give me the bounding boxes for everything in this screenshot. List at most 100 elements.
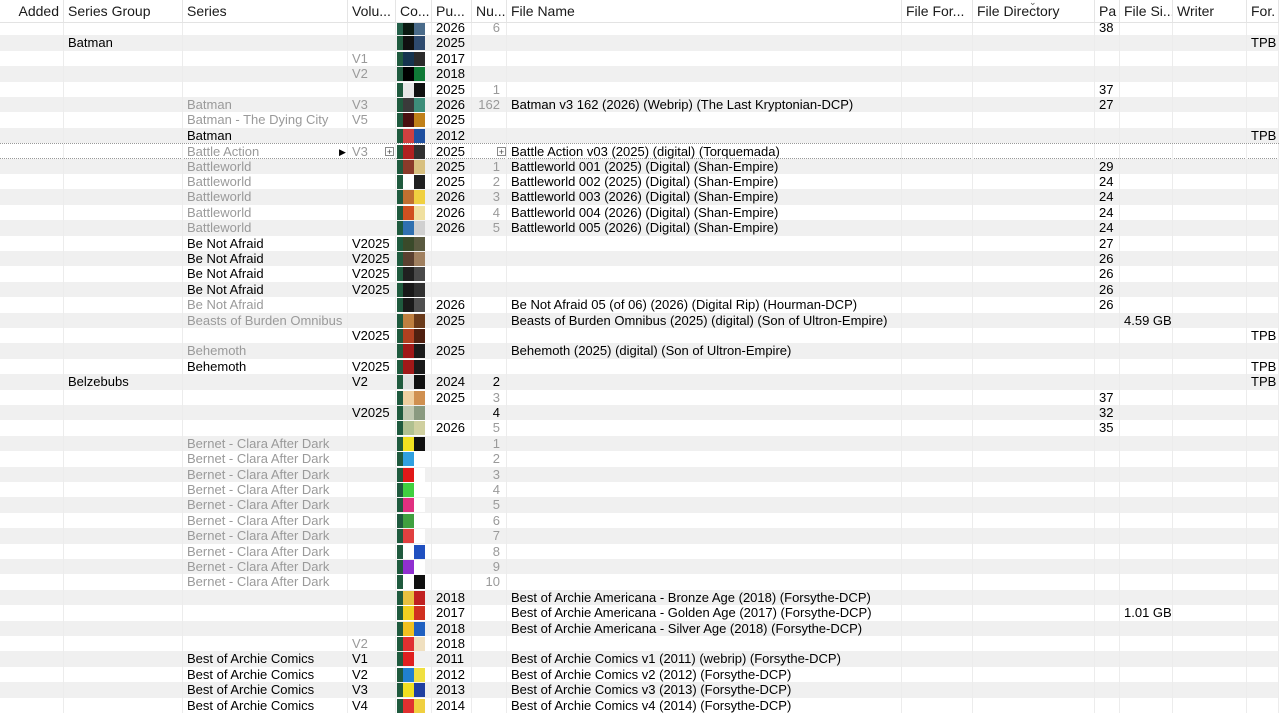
table-row[interactable]: Behemoth 2025 Behemoth (2025) (digital) (S…: [0, 343, 1279, 359]
table-row[interactable]: Batman 2012 TPB: [0, 127, 1279, 144]
cover-thumbnail[interactable]: [397, 529, 425, 544]
cover-thumbnail[interactable]: [397, 175, 425, 189]
cover-thumbnail[interactable]: [397, 606, 425, 621]
cover-thumbnail[interactable]: [397, 483, 425, 497]
cover-thumbnail[interactable]: [397, 329, 425, 343]
table-row[interactable]: 2025 1 37: [0, 81, 1279, 97]
column-header-file-name[interactable]: File Name: [507, 0, 902, 22]
table-row[interactable]: Behemoth V2025 TPB: [0, 358, 1279, 375]
cover-thumbnail[interactable]: [397, 513, 425, 528]
column-header-volume[interactable]: Volu...: [348, 0, 396, 22]
cover-thumbnail[interactable]: [397, 683, 425, 698]
column-header-number[interactable]: Nu...: [472, 0, 507, 22]
table-row[interactable]: Bernet - Clara After Dark 1: [0, 435, 1279, 452]
cover-thumbnail[interactable]: [397, 698, 425, 713]
cover-thumbnail[interactable]: [397, 236, 425, 251]
table-row[interactable]: V2025 TPB: [0, 328, 1279, 344]
cover-thumbnail[interactable]: [397, 590, 425, 605]
column-header-pages[interactable]: Pa: [1095, 0, 1120, 22]
table-row[interactable]: Battleworld 2025 1 Battleworld 001 (2025) (…: [0, 158, 1279, 174]
cover-thumbnail[interactable]: [397, 390, 425, 405]
table-row[interactable]: Battle Action V3 2025 Battle Action v03 (20…: [0, 143, 1279, 160]
cover-thumbnail[interactable]: [397, 98, 425, 112]
cover-thumbnail[interactable]: [397, 467, 425, 482]
table-row[interactable]: Best of Archie Comics V4 2014 Best of Archi…: [0, 697, 1279, 713]
table-row[interactable]: Bernet - Clara After Dark 2: [0, 451, 1279, 467]
table-row[interactable]: Batman V3 2026 162 Batman v3 162 (2026) (Web…: [0, 97, 1279, 113]
cover-thumbnail[interactable]: [397, 252, 425, 266]
cover-thumbnail[interactable]: [397, 205, 425, 220]
cover-thumbnail[interactable]: [397, 406, 425, 420]
table-row[interactable]: Bernet - Clara After Dark 5: [0, 497, 1279, 513]
cover-thumbnail[interactable]: [397, 159, 425, 174]
column-header-file-size[interactable]: File Si...: [1120, 0, 1173, 22]
table-row[interactable]: V1 2017: [0, 50, 1279, 67]
cover-thumbnail[interactable]: [397, 190, 425, 205]
expand-icon[interactable]: +: [385, 147, 394, 157]
table-row[interactable]: Bernet - Clara After Dark 9: [0, 559, 1279, 575]
expand-icon[interactable]: +: [497, 147, 506, 157]
cover-thumbnail[interactable]: [397, 313, 425, 328]
table-row[interactable]: Be Not Afraid V2025 26: [0, 266, 1279, 282]
cover-thumbnail[interactable]: [397, 82, 425, 97]
cover-thumbnail[interactable]: [397, 652, 425, 667]
table-row[interactable]: Best of Archie Comics V1 2011 Best of Archi…: [0, 651, 1279, 667]
column-header-series-group[interactable]: Series Group: [64, 0, 183, 22]
table-row[interactable]: Be Not Afraid V2025 26: [0, 251, 1279, 267]
cover-thumbnail[interactable]: [397, 575, 425, 590]
table-row[interactable]: Bernet - Clara After Dark 6: [0, 512, 1279, 529]
cover-thumbnail[interactable]: [397, 544, 425, 559]
table-row[interactable]: Belzebubs V2 2024 2 TPB: [0, 374, 1279, 390]
cover-thumbnail[interactable]: [397, 375, 425, 390]
cover-thumbnail[interactable]: [397, 113, 425, 128]
table-row[interactable]: Best of Archie Comics V2 2012 Best of Archi…: [0, 666, 1279, 683]
cover-thumbnail[interactable]: [397, 421, 425, 436]
table-row[interactable]: Be Not Afraid V2025 27: [0, 235, 1279, 251]
cover-thumbnail[interactable]: [397, 221, 425, 236]
table-row[interactable]: Battleworld 2026 3 Battleworld 003 (2026) (…: [0, 189, 1279, 205]
cover-thumbnail[interactable]: [397, 344, 425, 359]
cover-thumbnail[interactable]: [397, 128, 425, 143]
cover-thumbnail[interactable]: [397, 67, 425, 82]
table-row[interactable]: V2025 4 32: [0, 405, 1279, 421]
table-row[interactable]: 2018 Best of Archie Americana - Bronze Ag…: [0, 589, 1279, 606]
table-row[interactable]: Bernet - Clara After Dark 3: [0, 466, 1279, 482]
table-row[interactable]: Bernet - Clara After Dark 10: [0, 574, 1279, 590]
table-row[interactable]: Bernet - Clara After Dark 8: [0, 543, 1279, 559]
table-row[interactable]: Be Not Afraid V2025 26: [0, 281, 1279, 298]
cover-thumbnail[interactable]: [397, 267, 425, 282]
cover-thumbnail[interactable]: [397, 560, 425, 574]
column-header-published[interactable]: Pu...: [432, 0, 472, 22]
column-header-format[interactable]: For.: [1247, 0, 1279, 22]
column-header-series[interactable]: Series: [183, 0, 348, 22]
table-row[interactable]: 2018 Best of Archie Americana - Silver Ag…: [0, 620, 1279, 636]
cover-thumbnail[interactable]: [397, 498, 425, 513]
table-row[interactable]: 2025 3 37: [0, 389, 1279, 405]
table-row[interactable]: 2026 5 35: [0, 420, 1279, 436]
table-row[interactable]: Beasts of Burden Omnibus 2025 Beasts of Bu…: [0, 312, 1279, 328]
column-header-cover[interactable]: Co...: [396, 0, 432, 22]
cover-thumbnail[interactable]: [397, 282, 425, 297]
table-row[interactable]: Batman - The Dying City V5 2025: [0, 112, 1279, 128]
table-row[interactable]: Battleworld 2025 2 Battleworld 002 (2025) (…: [0, 174, 1279, 190]
cover-thumbnail[interactable]: [397, 51, 425, 66]
table-row[interactable]: Be Not Afraid 2026 Be Not Afraid 05 (of 06…: [0, 297, 1279, 313]
cover-thumbnail[interactable]: [397, 436, 425, 451]
cover-thumbnail[interactable]: [397, 452, 425, 467]
table-row[interactable]: V2 2018: [0, 66, 1279, 82]
cover-thumbnail[interactable]: [397, 145, 425, 160]
cover-thumbnail[interactable]: [397, 298, 425, 313]
column-header-file-format[interactable]: File For...: [902, 0, 973, 22]
table-row[interactable]: Battleworld 2026 4 Battleworld 004 (2026) (…: [0, 204, 1279, 221]
cover-thumbnail[interactable]: [397, 36, 425, 51]
cover-thumbnail[interactable]: [397, 667, 425, 682]
column-header-added[interactable]: Added: [0, 0, 64, 22]
table-row[interactable]: Battleworld 2026 5 Battleworld 005 (2026) (…: [0, 220, 1279, 236]
table-row[interactable]: Best of Archie Comics V3 2013 Best of Archi…: [0, 682, 1279, 698]
cover-thumbnail[interactable]: [397, 637, 425, 651]
table-row[interactable]: V2 2018: [0, 636, 1279, 652]
cover-thumbnail[interactable]: [397, 359, 425, 374]
table-row[interactable]: Bernet - Clara After Dark 4: [0, 482, 1279, 498]
table-row[interactable]: Bernet - Clara After Dark 7: [0, 528, 1279, 544]
column-header-writer[interactable]: Writer: [1173, 0, 1247, 22]
